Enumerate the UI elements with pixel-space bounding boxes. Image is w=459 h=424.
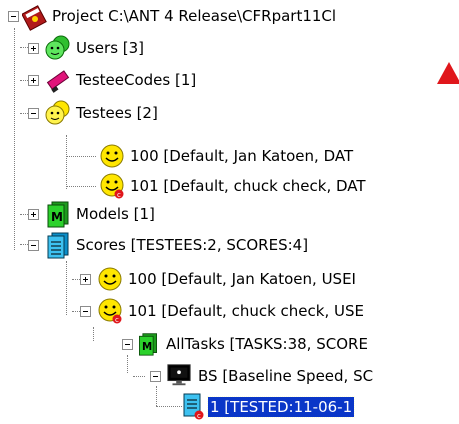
smiley-icon (98, 142, 126, 170)
tree-item-score-101[interactable]: c 101 [Default, chuck check, USE (0, 295, 459, 327)
tree-item-label: 100 [Default, Jan Katoen, USEI (128, 270, 356, 288)
model-icon: M (136, 332, 160, 356)
model-icon: M (44, 200, 72, 228)
smiley-checked-icon: c (96, 297, 124, 325)
tree-item-testeecodes[interactable]: TesteeCodes [1] (0, 64, 459, 96)
smiley-checked-icon: c (98, 172, 126, 200)
collapse-toggle[interactable] (122, 339, 133, 350)
arrow-up-icon (437, 62, 459, 84)
marker-icon (44, 66, 72, 94)
users-group-icon (44, 34, 72, 62)
tree-item-alltasks[interactable]: M AllTasks [TASKS:38, SCORE (0, 328, 459, 360)
document-icon: c (180, 392, 206, 420)
tree-item-project[interactable]: Project C:\ANT 4 Release\CFRpart11Cl (0, 0, 459, 32)
tree-item-label: Scores [TESTEES:2, SCORES:4] (76, 236, 309, 254)
tree-item-users[interactable]: Users [3] (0, 32, 459, 64)
tree-item-label: BS [Baseline Speed, SC (198, 367, 374, 385)
tree-item-testees[interactable]: Testees [2] (0, 97, 459, 129)
tree-item-label: Testees [2] (76, 104, 158, 122)
expand-toggle[interactable] (28, 43, 39, 54)
expand-toggle[interactable] (28, 75, 39, 86)
smiley-icon (96, 265, 124, 293)
tree-item-label: 1 [TESTED:11-06-1 (206, 396, 356, 418)
collapse-toggle[interactable] (28, 108, 39, 119)
svg-text:M: M (51, 210, 63, 224)
tree-item-label: 101 [Default, chuck check, USE (128, 302, 364, 320)
tree-item-label: Models [1] (76, 205, 155, 223)
tree-item-testee-100[interactable]: 100 [Default, Jan Katoen, DAT (0, 140, 459, 172)
svg-text:c: c (197, 412, 201, 420)
tree-item-score-100[interactable]: 100 [Default, Jan Katoen, USEI (0, 263, 459, 295)
tree-item-label: 100 [Default, Jan Katoen, DAT (130, 147, 354, 165)
svg-text:M: M (142, 341, 152, 353)
tree-item-label: 101 [Default, chuck check, DAT (130, 177, 366, 195)
monitor-icon (166, 362, 192, 388)
tree-item-scores[interactable]: Scores [TESTEES:2, SCORES:4] (0, 229, 459, 261)
scores-icon (44, 231, 72, 259)
tree-item-bs[interactable]: BS [Baseline Speed, SC (0, 360, 459, 392)
tree-item-label: Project C:\ANT 4 Release\CFRpart11Cl (52, 7, 337, 25)
book-icon (21, 3, 50, 31)
svg-text:c: c (115, 316, 119, 324)
expand-toggle[interactable] (80, 274, 91, 285)
collapse-toggle[interactable] (8, 11, 19, 22)
tree-item-label: Users [3] (76, 39, 145, 57)
collapse-toggle[interactable] (80, 306, 91, 317)
testees-group-icon (44, 99, 72, 127)
project-tree: Project C:\ANT 4 Release\CFRpart11Cl Use… (0, 0, 459, 423)
collapse-toggle[interactable] (150, 371, 161, 382)
collapse-toggle[interactable] (28, 240, 39, 251)
tree-item-record-1[interactable]: c 1 [TESTED:11-06-1 (0, 391, 459, 423)
tree-item-label: AllTasks [TASKS:38, SCORE (166, 335, 368, 353)
tree-item-models[interactable]: M Models [1] (0, 198, 459, 230)
tree-item-label: TesteeCodes [1] (76, 71, 197, 89)
expand-toggle[interactable] (28, 209, 39, 220)
